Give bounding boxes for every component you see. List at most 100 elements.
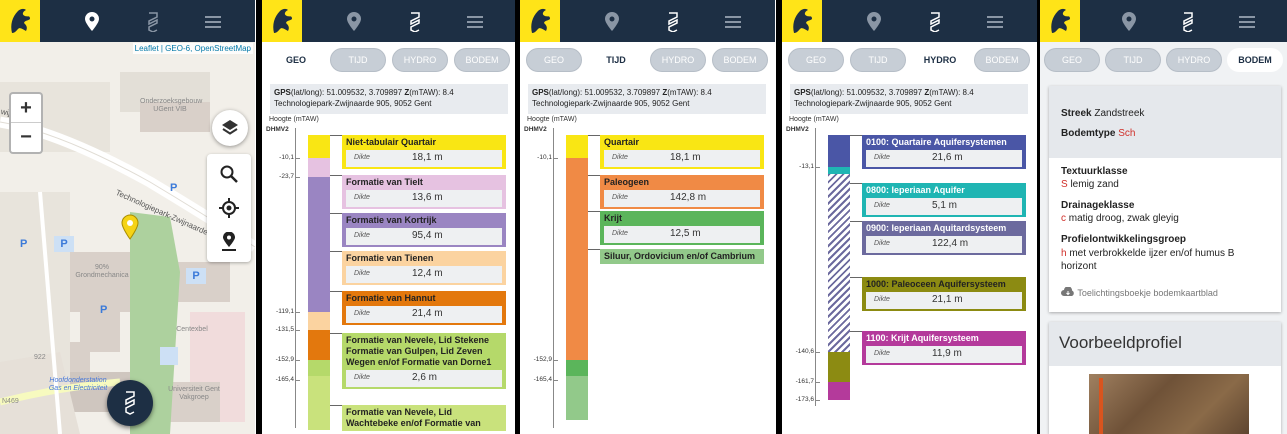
zoom-in-button[interactable]: + xyxy=(11,94,41,123)
layer-thickness: Dikte 18,1 m xyxy=(346,150,502,167)
map-attribution[interactable]: Leaflet | GEO-6, OpenStreetMap xyxy=(132,43,253,54)
map-pin-nav-icon[interactable] xyxy=(864,12,884,32)
depth-tick-mark xyxy=(296,330,300,331)
column-segment[interactable] xyxy=(828,174,850,352)
layer-card[interactable]: Paleogeen Dikte 142,8 m xyxy=(600,175,764,209)
layer-card[interactable]: Formatie van Nevele, Lid Wachtebeke en/o… xyxy=(342,405,506,431)
tab-tijd[interactable]: TIJD xyxy=(588,48,644,72)
tab-bar: GEO TIJD HYDRO BODEM xyxy=(1040,48,1287,74)
layer-card[interactable]: Siluur, Ordovicium en/of Cambrium xyxy=(600,249,764,264)
tab-bodem[interactable]: BODEM xyxy=(974,48,1030,72)
parking-marker: P xyxy=(100,304,108,316)
layer-card[interactable]: 0800: Ieperiaan Aquifer Dikte 5,1 m xyxy=(862,183,1026,217)
drill-nav-icon[interactable] xyxy=(1178,12,1198,32)
tab-hydro[interactable]: HYDRO xyxy=(1166,48,1222,72)
toelichting-link[interactable]: Toelichtingsboekje bodemkaartblad xyxy=(1061,286,1218,298)
layer-card[interactable]: Formatie van Kortrijk Dikte 95,4 m xyxy=(342,213,506,247)
drill-nav-icon[interactable] xyxy=(405,12,425,32)
depth-tick-mark xyxy=(816,167,820,168)
map-pin-nav-icon[interactable] xyxy=(602,12,622,32)
column-segment[interactable] xyxy=(828,352,850,382)
soil-profile-photo[interactable] xyxy=(1089,374,1249,434)
tab-tijd[interactable]: TIJD xyxy=(1105,48,1161,72)
zoom-out-button[interactable]: − xyxy=(11,123,41,152)
drainage-value: matig droog, zwak gleyig xyxy=(1068,213,1179,224)
column-segment[interactable] xyxy=(566,135,588,158)
drill-nav-icon[interactable] xyxy=(143,12,163,32)
z-value: (mTAW): 8.4 xyxy=(667,88,712,97)
tab-geo[interactable]: GEO xyxy=(526,48,582,72)
map-pin-nav-icon[interactable] xyxy=(82,12,102,32)
layer-connector xyxy=(588,249,600,250)
depth-tick-label: -165,4 xyxy=(520,376,558,383)
streek-row: Streek Zandstreek xyxy=(1061,108,1144,119)
tab-tijd[interactable]: TIJD xyxy=(850,48,906,72)
menu-icon[interactable] xyxy=(203,12,223,32)
tab-tijd[interactable]: TIJD xyxy=(330,48,386,72)
column-segment[interactable] xyxy=(308,376,330,430)
column-segment[interactable] xyxy=(566,158,588,360)
column-segment[interactable] xyxy=(308,360,330,376)
column-segment[interactable] xyxy=(828,167,850,174)
column-segment[interactable] xyxy=(566,376,588,420)
layer-card[interactable]: 0100: Quartaire Aquifersystemen Dikte 21,6… xyxy=(862,135,1026,169)
layer-card[interactable]: 1100: Krijt Aquifersysteem Dikte 11,9 m xyxy=(862,331,1026,365)
column-segment[interactable] xyxy=(308,135,330,158)
depth-tick-mark xyxy=(296,360,300,361)
layer-card[interactable]: Formatie van Hannut Dikte 21,4 m xyxy=(342,291,506,325)
layer-card[interactable]: Krijt Dikte 12,5 m xyxy=(600,211,764,245)
map-pin-nav-icon[interactable] xyxy=(344,12,364,32)
search-icon[interactable] xyxy=(219,164,239,184)
depth-tick-label: -140,6 xyxy=(782,348,820,355)
lion-logo-icon xyxy=(11,8,30,33)
column-segment[interactable] xyxy=(308,158,330,177)
tab-hydro[interactable]: HYDRO xyxy=(392,48,448,72)
map-view[interactable]: Onderzoeksgebouw UGent VIB 90% Grondmech… xyxy=(0,42,255,434)
tab-bodem[interactable]: BODEM xyxy=(1227,48,1283,72)
axis-title: Hoogte (mTAW) xyxy=(269,116,319,123)
layer-name: Formatie van Kortrijk xyxy=(346,215,437,225)
boring-fab-button[interactable] xyxy=(107,380,153,426)
z-value: (mTAW): 8.4 xyxy=(929,88,974,97)
tab-geo[interactable]: GEO xyxy=(788,48,844,72)
layer-card[interactable]: Quartair Dikte 18,1 m xyxy=(600,135,764,169)
tab-geo[interactable]: GEO xyxy=(268,48,324,72)
column-segment[interactable] xyxy=(828,382,850,400)
place-marker-icon[interactable] xyxy=(219,232,239,252)
layer-name: Siluur, Ordovicium en/of Cambrium xyxy=(604,251,756,261)
layers-button[interactable] xyxy=(212,110,248,146)
column-segment[interactable] xyxy=(308,177,330,312)
column-segment[interactable] xyxy=(308,330,330,360)
tab-bodem[interactable]: BODEM xyxy=(712,48,768,72)
tab-geo[interactable]: GEO xyxy=(1044,48,1100,72)
layer-card[interactable]: 0900: Ieperiaan Aquitardsysteem Dikte 122,… xyxy=(862,221,1026,255)
parking-marker: P xyxy=(170,182,178,194)
tab-bar: GEO TIJD HYDRO BODEM xyxy=(262,48,515,74)
layer-card[interactable]: 1000: Paleoceen Aquifersysteem Dikte 21,1 … xyxy=(862,277,1026,311)
column-segment[interactable] xyxy=(828,135,850,167)
menu-icon[interactable] xyxy=(465,12,485,32)
layer-card[interactable]: Formatie van Tienen Dikte 12,4 m xyxy=(342,251,506,285)
drill-nav-icon[interactable] xyxy=(925,12,945,32)
tab-hydro[interactable]: HYDRO xyxy=(912,48,968,72)
layer-card[interactable]: Niet-tabulair Quartair Dikte 18,1 m xyxy=(342,135,506,169)
tab-bodem[interactable]: BODEM xyxy=(454,48,510,72)
tab-hydro[interactable]: HYDRO xyxy=(650,48,706,72)
dhmv-label: DHMV2 xyxy=(266,126,289,133)
drill-nav-icon[interactable] xyxy=(663,12,683,32)
menu-icon[interactable] xyxy=(1237,12,1257,32)
map-pin-nav-icon[interactable] xyxy=(1119,12,1139,32)
depth-tick-label: -152,9 xyxy=(262,356,300,363)
menu-icon[interactable] xyxy=(985,12,1005,32)
gps-label: GPS xyxy=(794,88,811,97)
layer-connector xyxy=(330,175,342,176)
my-location-icon[interactable] xyxy=(219,198,239,218)
column-segment[interactable] xyxy=(308,312,330,330)
layer-card[interactable]: Formatie van Nevele, Lid Stekene Formati… xyxy=(342,333,506,389)
location-pin-icon[interactable] xyxy=(121,214,139,240)
menu-icon[interactable] xyxy=(723,12,743,32)
column-segment[interactable] xyxy=(566,360,588,376)
toelichting-text[interactable]: Toelichtingsboekje bodemkaartblad xyxy=(1077,288,1218,298)
depth-axis xyxy=(553,128,554,428)
layer-card[interactable]: Formatie van Tielt Dikte 13,6 m xyxy=(342,175,506,209)
